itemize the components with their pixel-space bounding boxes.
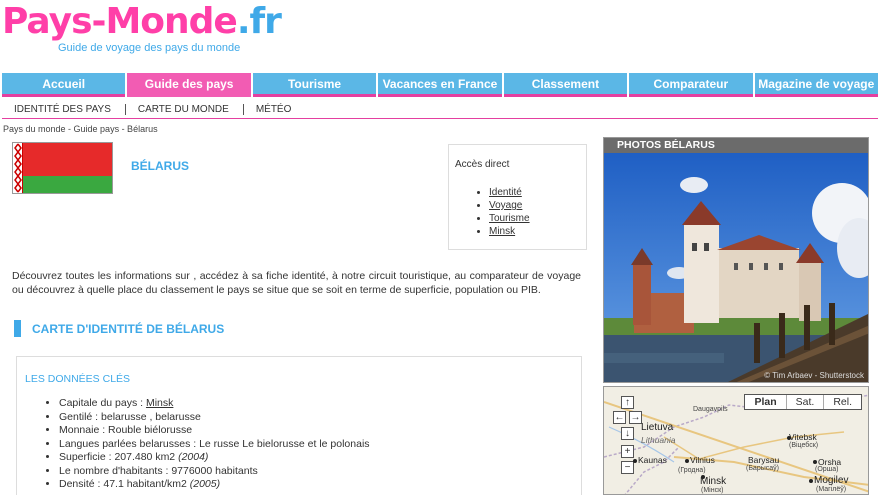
nav-tab-classement[interactable]: Classement (503, 73, 628, 97)
list-item: Langues parlées belarusses : Le russe Le… (59, 438, 581, 452)
map-label-minsk-ru: (Мінск) (701, 487, 724, 494)
key-data-title: LES DONNÉES CLÉS (25, 373, 131, 385)
subnav-carte-du-monde[interactable]: CARTE DU MONDE (126, 103, 244, 115)
map-zoom-out-icon[interactable]: − (621, 461, 634, 474)
list-item: Densité : 47.1 habitant/km2 (2005) (59, 478, 581, 492)
superficie-text: Superficie : 207.480 km2 (59, 451, 176, 463)
map-label-mogilev: Mogilev (814, 475, 849, 486)
sub-nav: IDENTITÉ DES PAYS CARTE DU MONDE MÉTÉO (2, 100, 878, 119)
castle-photo[interactable] (604, 153, 869, 383)
acces-link-tourisme[interactable]: Tourisme (489, 213, 530, 224)
map-label-minsk: Minsk (700, 476, 727, 487)
list-item: Minsk (489, 225, 580, 238)
acces-link-identite[interactable]: Identité (489, 187, 522, 198)
list-item: Identité (489, 186, 580, 199)
map-label-vilnius: Vilnius (690, 455, 715, 465)
map-label-vitebsk-ru: (Віцебск) (789, 442, 819, 449)
map-label-barysau-ru: (Барысаў) (746, 465, 779, 472)
map-label-hrodna: (Гродна) (678, 467, 706, 474)
acces-link-minsk[interactable]: Minsk (489, 226, 515, 237)
capital-link[interactable]: Minsk (146, 397, 173, 409)
map-label-kaunas: Kaunas (638, 455, 667, 465)
map-label-barysau: Barysau (748, 455, 780, 465)
site-tagline: Guide de voyage des pays du monde (58, 42, 241, 54)
photo-box[interactable]: PHOTOS BÉLARUS © Tim Arbaev - Shuttersto… (603, 137, 869, 383)
flag-green-band (23, 176, 112, 193)
flag-red-band (23, 143, 112, 177)
nav-tab-magazine[interactable]: Magazine de voyage (754, 73, 878, 97)
capital-label: Capitale du pays : (59, 397, 146, 409)
nav-tab-vacances-en-france[interactable]: Vacances en France (378, 73, 502, 97)
map-type-sat[interactable]: Sat. (787, 395, 825, 409)
map-label-daugavpils: Daugavpils (693, 406, 728, 413)
flag-ornament (13, 143, 23, 193)
list-item: Tourisme (489, 212, 580, 225)
map-dot-vilnius (685, 459, 689, 463)
key-data-list: Capitale du pays : Minsk Gentilé : belar… (59, 397, 581, 492)
logo-tld: .fr (236, 1, 282, 42)
map-dot-mogilev (809, 479, 813, 483)
country-flag (12, 142, 113, 194)
photo-box-title: PHOTOS BÉLARUS (604, 138, 868, 153)
map-label-mogilev-ru: (Магілёў) (816, 486, 847, 493)
map-pan-left-icon[interactable]: ← (613, 411, 626, 424)
section-title-text: CARTE D'IDENTITÉ DE BÉLARUS (32, 321, 225, 336)
list-item: Monnaie : Rouble biélorusse (59, 424, 581, 438)
main-nav: Accueil Guide des pays Tourisme Vacances… (2, 73, 878, 97)
densite-year: (2005) (189, 478, 221, 490)
acces-direct-box: Accès direct Identité Voyage Tourisme Mi… (448, 144, 587, 250)
map-type-rel[interactable]: Rel. (824, 395, 861, 409)
map-widget[interactable]: Plan Sat. Rel. ↑ ← → ↓ + − Daugavpils Li… (603, 386, 869, 495)
map-zoom-in-icon[interactable]: + (621, 445, 634, 458)
map-dot-kaunas (633, 459, 637, 463)
site-logo[interactable]: Pays-Monde.fr (2, 1, 282, 42)
superficie-year: (2004) (178, 451, 209, 463)
country-title: BÉLARUS (131, 159, 190, 173)
map-type-selector: Plan Sat. Rel. (744, 394, 862, 410)
key-data-box: LES DONNÉES CLÉS Capitale du pays : Mins… (16, 356, 582, 495)
acces-direct-list: Identité Voyage Tourisme Minsk (489, 186, 580, 238)
map-pan-down-icon[interactable]: ↓ (621, 427, 634, 440)
acces-link-voyage[interactable]: Voyage (489, 200, 522, 211)
list-item: Le nombre d'habitants : 9776000 habitant… (59, 465, 581, 479)
map-label-orsha-ru: (Орша) (815, 466, 839, 473)
logo-name: Pays-Monde (2, 1, 238, 42)
map-type-plan[interactable]: Plan (745, 395, 787, 409)
subnav-identite[interactable]: IDENTITÉ DES PAYS (2, 103, 126, 115)
nav-tab-guide-des-pays[interactable]: Guide des pays (127, 73, 251, 97)
list-item: Superficie : 207.480 km2 (2004) (59, 451, 581, 465)
map-label-lithuania: Lithuania (641, 435, 676, 445)
map-pan-up-icon[interactable]: ↑ (621, 396, 634, 409)
list-item: Voyage (489, 199, 580, 212)
nav-tab-comparateur[interactable]: Comparateur (629, 73, 753, 97)
map-label-lietuva: Lietuva (641, 422, 674, 433)
densite-text: Densité : 47.1 habitant/km2 (59, 478, 187, 490)
acces-direct-title: Accès direct (455, 159, 510, 170)
breadcrumb: Pays du monde - Guide pays - Bélarus (3, 124, 158, 134)
map-label-vitebsk: Vitebsk (789, 432, 817, 442)
nav-tab-accueil[interactable]: Accueil (2, 73, 126, 97)
photo-credit: © Tim Arbaev - Shutterstock (764, 371, 864, 380)
list-item: Gentilé : belarusse , belarusse (59, 411, 581, 425)
subnav-meteo[interactable]: MÉTÉO (244, 104, 306, 115)
list-item: Capitale du pays : Minsk (59, 397, 581, 411)
nav-tab-tourisme[interactable]: Tourisme (252, 73, 377, 97)
map-dot-orsha (813, 460, 817, 464)
section-title: CARTE D'IDENTITÉ DE BÉLARUS (14, 320, 224, 337)
section-marker (14, 320, 21, 337)
intro-text: Découvrez toutes les informations sur , … (12, 270, 581, 296)
